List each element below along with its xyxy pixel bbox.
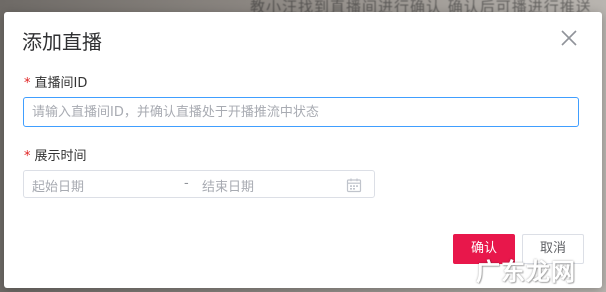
start-date-input[interactable]: 起始日期 xyxy=(32,176,84,195)
site-watermark: 广东龙网 xyxy=(476,258,576,286)
required-mark: * xyxy=(24,76,31,91)
display-time-label: * 展示时间 xyxy=(24,145,87,164)
date-range-picker[interactable]: 起始日期 - 结束日期 xyxy=(23,170,375,198)
close-button[interactable] xyxy=(557,26,581,50)
display-time-label-text: 展示时间 xyxy=(34,149,87,164)
room-id-label: * 直播间ID xyxy=(24,72,87,91)
calendar-icon[interactable] xyxy=(346,177,362,193)
end-date-input[interactable]: 结束日期 xyxy=(202,176,254,195)
add-live-dialog: 添加直播 *直播间ID *展示时间 起始日期 - 结束日期 确认 取消 xyxy=(4,12,602,288)
room-id-label-text: 直播间ID xyxy=(34,76,88,91)
dialog-title: 添加直播 xyxy=(22,30,102,54)
date-range-separator: - xyxy=(184,176,189,191)
close-icon xyxy=(561,30,577,46)
room-id-input[interactable] xyxy=(23,97,579,127)
required-mark: * xyxy=(24,149,31,164)
